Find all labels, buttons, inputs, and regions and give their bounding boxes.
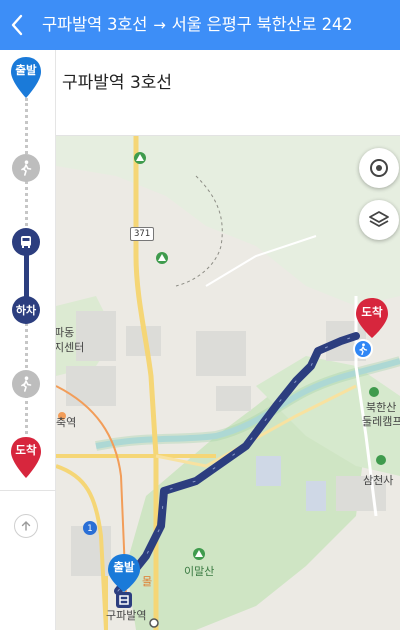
timeline-end-pin[interactable]: 도착	[9, 436, 43, 480]
timeline-alight-label: 하차	[15, 304, 37, 317]
bus-icon	[21, 236, 31, 248]
map-label-station-left: 축역	[56, 416, 77, 429]
destination-text: 서울 은평구 북한산로 242	[171, 15, 353, 34]
map-walk-marker	[353, 339, 373, 359]
timeline-start-label: 출발	[15, 63, 37, 77]
walk-icon	[21, 160, 32, 176]
timeline-bus-step[interactable]	[12, 228, 40, 256]
step-text: 구파발역 3호선	[62, 73, 173, 93]
step-panel: 구파발역 3호선	[0, 50, 400, 136]
map-label-bukhan-2: 둘레캠프	[362, 415, 400, 428]
walk-icon	[21, 376, 32, 392]
location-target-icon	[370, 159, 388, 177]
layers-button[interactable]	[359, 200, 399, 240]
timeline-walk-step-2[interactable]	[12, 370, 40, 398]
back-button[interactable]	[2, 0, 32, 50]
map-label-mall: 몰	[142, 575, 153, 588]
walk-icon	[359, 343, 368, 355]
timeline-alight-step[interactable]: 하차	[12, 296, 40, 324]
timeline-walk-step-1[interactable]	[12, 154, 40, 182]
layers-icon	[369, 211, 389, 227]
map-start-pin[interactable]: 출발	[106, 552, 142, 610]
map-start-label: 출발	[113, 560, 135, 574]
my-location-button[interactable]	[359, 148, 399, 188]
timeline-end-label: 도착	[15, 443, 37, 457]
map-view[interactable]: 파동 지센터 축역 이말산 북한산 둘레캠프 삼천사 구파발역 몰 371 1 …	[56, 136, 400, 630]
origin-text: 구파발역 3호선	[42, 15, 148, 34]
map-label-center-1: 파동	[56, 326, 75, 339]
route-timeline: 출발 하차 도착	[0, 50, 56, 630]
map-label-samcheon: 삼천사	[363, 474, 394, 487]
arrow-text: →	[153, 16, 166, 34]
map-label-center-2: 지센터	[56, 341, 85, 354]
road-badge-1: 1	[83, 521, 97, 535]
road-badge-371: 371	[130, 227, 155, 241]
scroll-top-button[interactable]	[14, 514, 38, 538]
map-end-pin[interactable]: 도착	[354, 296, 390, 342]
route-title: 구파발역 3호선 → 서울 은평구 북한산로 242	[42, 0, 353, 50]
timeline-start-pin[interactable]: 출발	[9, 56, 43, 100]
chevron-left-icon	[11, 14, 23, 36]
top-bar: 구파발역 3호선 → 서울 은평구 북한산로 242	[0, 0, 400, 50]
map-label-imalsan: 이말산	[184, 565, 215, 578]
map-end-label: 도착	[361, 305, 383, 319]
arrow-up-icon	[21, 521, 31, 531]
timeline-divider	[0, 490, 56, 491]
